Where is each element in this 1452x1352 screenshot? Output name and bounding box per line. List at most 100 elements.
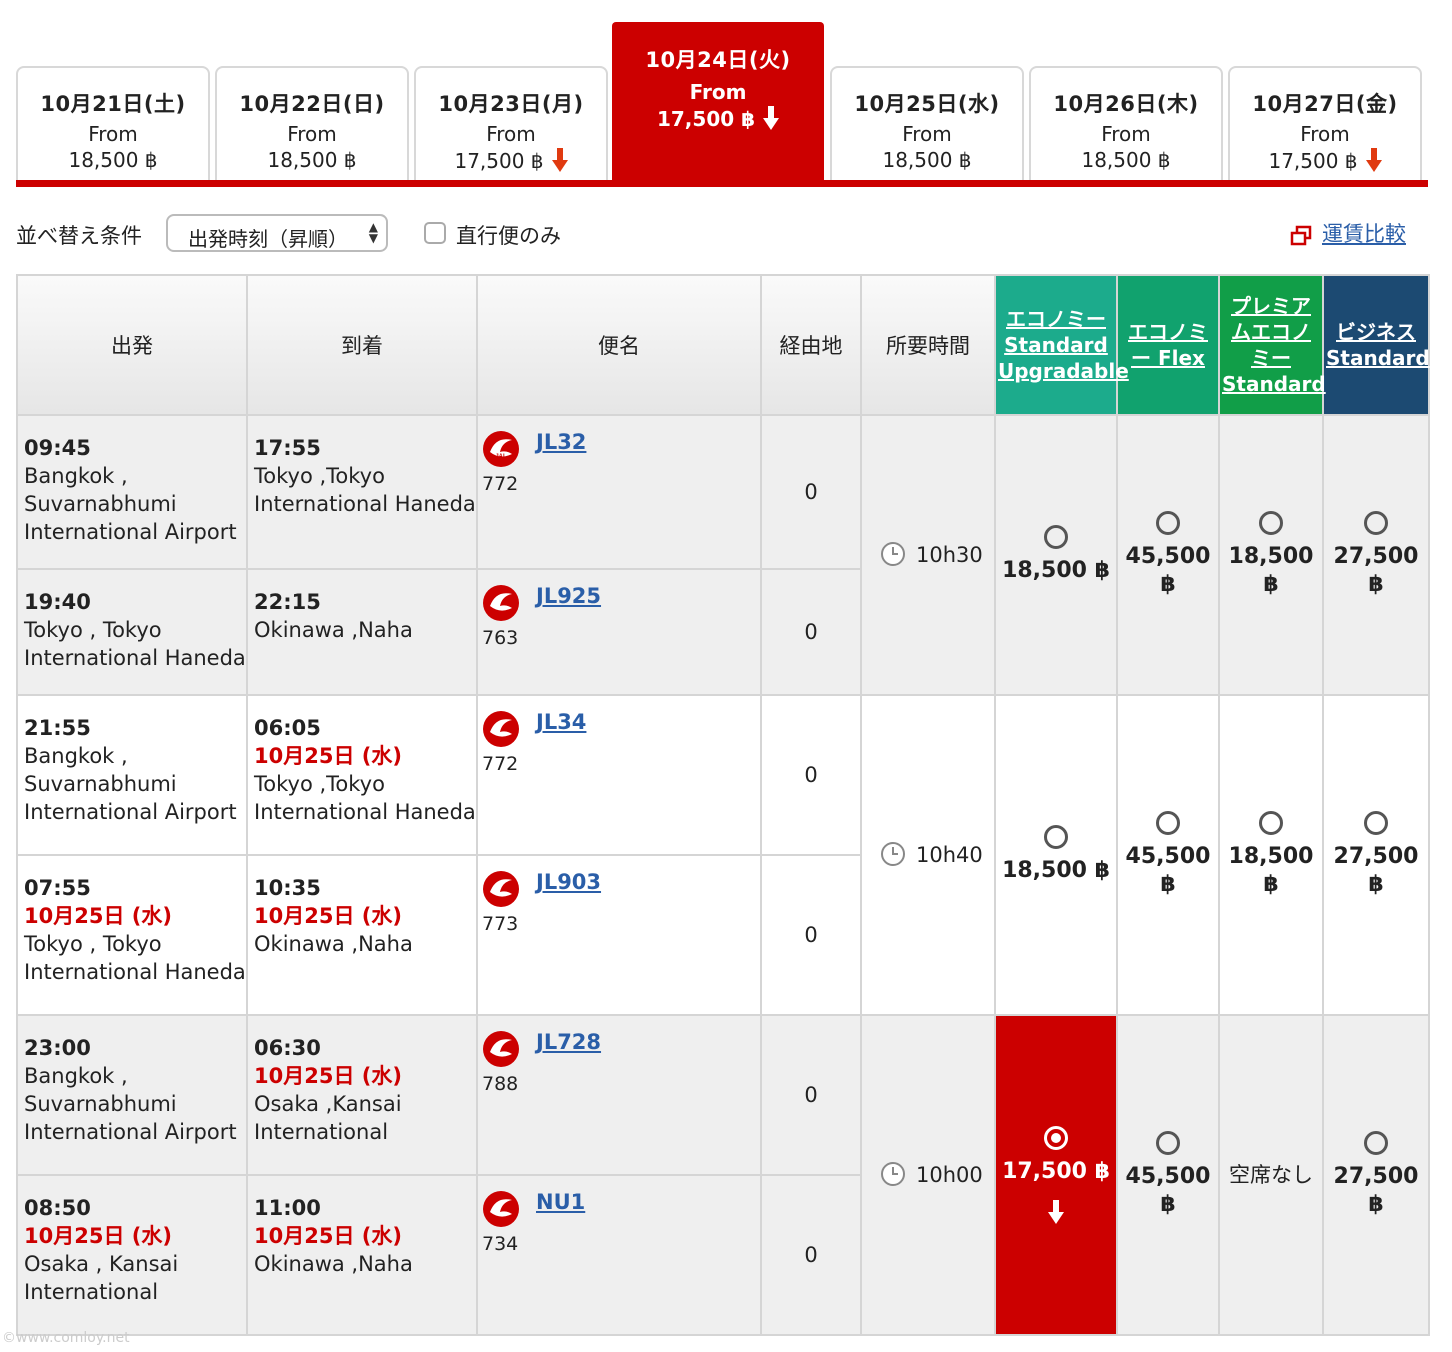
fare-option-economy-flex[interactable]: 45,500 ฿ — [1116, 414, 1220, 696]
flight-number-link[interactable]: JL925 — [536, 582, 601, 610]
radio-button[interactable] — [1044, 525, 1068, 549]
radio-button[interactable] — [1156, 1131, 1180, 1155]
radio-button[interactable] — [1259, 811, 1283, 835]
radio-button[interactable] — [1044, 825, 1068, 849]
clock-icon — [881, 842, 905, 866]
duration-cell: 10h40 — [860, 694, 996, 1016]
date-tab-1027[interactable]: 10月27日(金) From 17,500 ฿ — [1228, 66, 1422, 182]
stops-cell: 0 — [760, 854, 862, 1016]
flight-number-link[interactable]: JL903 — [536, 868, 601, 896]
date-tab-1023[interactable]: 10月23日(月) From 17,500 ฿ — [414, 66, 608, 182]
tab-date: 10月27日(金) — [1252, 92, 1398, 116]
jal-crane-logo-icon — [483, 1031, 519, 1067]
departure-time: 23:00 — [24, 1036, 91, 1060]
departure-cell: 23:00 Bangkok , Suvarnabhumi Internation… — [16, 1014, 248, 1176]
departure-cell: 09:45 Bangkok , Suvarnabhumi Internation… — [16, 414, 248, 570]
fare-class-economy-standard-upgradable[interactable]: エコノミー Standard Upgradable — [994, 274, 1129, 416]
fare-price: 18,500 ฿ — [1228, 544, 1314, 597]
sort-value: 出発時刻（昇順） — [188, 227, 348, 251]
departure-cell: 21:55 Bangkok , Suvarnabhumi Internation… — [16, 694, 248, 856]
flight-results-table: 出発 到着 便名 経由地 所要時間 エコノミー Standard Upgrada… — [16, 274, 1430, 1336]
date-tab-1022[interactable]: 10月22日(日) From 18,500 ฿ — [215, 66, 409, 182]
fare-price: 45,500 ฿ — [1125, 544, 1211, 597]
flight-cell: JAL JL32 772 — [476, 414, 762, 570]
stops-cell: 0 — [760, 1174, 862, 1336]
tab-price: 17,500 ฿ — [1268, 149, 1358, 173]
date-tab-1026[interactable]: 10月26日(木) From 18,500 ฿ — [1029, 66, 1223, 182]
sort-select[interactable]: 出発時刻（昇順） ▲ ▼ — [166, 214, 388, 252]
departure-place: Bangkok , Suvarnabhumi International Air… — [24, 744, 237, 824]
flight-number-link[interactable]: NU1 — [536, 1188, 585, 1216]
departure-time: 07:55 — [24, 876, 91, 900]
tab-price: 17,500 ฿ — [454, 149, 544, 173]
date-tab-1024-active[interactable]: 10月24日(火) From 17,500 ฿ — [612, 22, 824, 182]
direct-only-label[interactable]: 直行便のみ — [456, 220, 561, 250]
fare-class-premium-economy-standard[interactable]: プレミアムエコノミー Standard — [1218, 274, 1326, 416]
fare-option-premium-economy-unavailable: 空席なし — [1218, 1014, 1324, 1336]
tabs-underline — [16, 180, 1428, 187]
fare-price: 17,500 ฿ — [1002, 1159, 1110, 1184]
tab-price: 17,500 ฿ — [656, 107, 756, 131]
flight-number-link[interactable]: JL728 — [536, 1028, 601, 1056]
svg-text:JAL: JAL — [495, 454, 507, 460]
fare-unavailable: 空席なし — [1229, 1162, 1313, 1187]
arrival-cell: 06:05 10月25日 (水) Tokyo ,Tokyo Internatio… — [246, 694, 478, 856]
arrival-place: Okinawa ,Naha — [254, 618, 413, 642]
arrival-place: Tokyo ,Tokyo International Haneda — [254, 464, 476, 516]
tab-date: 10月23日(月) — [438, 92, 584, 116]
aircraft-type: 772 — [482, 473, 519, 495]
arrival-place: Okinawa ,Naha — [254, 1252, 413, 1276]
tab-price: 18,500 ฿ — [1081, 148, 1171, 172]
col-arrival: 到着 — [246, 274, 478, 416]
radio-button[interactable] — [1364, 811, 1388, 835]
date-tab-1025[interactable]: 10月25日(水) From 18,500 ฿ — [830, 66, 1024, 182]
radio-button[interactable] — [1156, 811, 1180, 835]
radio-button[interactable] — [1364, 1131, 1388, 1155]
tab-from-label: From — [902, 122, 952, 146]
date-tab-1021[interactable]: 10月21日(土) From 18,500 ฿ — [16, 66, 210, 182]
stops-cell: 0 — [760, 694, 862, 856]
flight-number-link[interactable]: JL32 — [536, 428, 586, 456]
fare-option-business[interactable]: 27,500 ฿ — [1322, 414, 1430, 696]
tab-price: 18,500 ฿ — [68, 148, 158, 172]
tab-date: 10月24日(火) — [645, 48, 791, 72]
fare-option-economy-standard[interactable]: 18,500 ฿ — [994, 414, 1118, 696]
fare-class-economy-flex[interactable]: エコノミー Flex — [1116, 274, 1220, 416]
tab-from-label: From — [1300, 122, 1350, 146]
tab-price-row: 17,500 ฿ — [1230, 148, 1420, 173]
radio-button[interactable] — [1364, 511, 1388, 535]
aircraft-type: 772 — [482, 753, 519, 775]
fare-option-economy-standard[interactable]: 18,500 ฿ — [994, 694, 1118, 1016]
fare-price: 18,500 ฿ — [1002, 858, 1110, 883]
flight-number-link[interactable]: JL34 — [536, 708, 586, 736]
arrival-date: 10月25日 (水) — [254, 1224, 402, 1248]
tab-from-label: From — [88, 122, 138, 146]
fare-option-premium-economy[interactable]: 18,500 ฿ — [1218, 694, 1324, 1016]
fare-option-economy-standard-selected[interactable]: 17,500 ฿ — [994, 1014, 1118, 1336]
fare-option-economy-flex[interactable]: 45,500 ฿ — [1116, 1014, 1220, 1336]
arrival-cell: 17:55 Tokyo ,Tokyo International Haneda — [246, 414, 478, 570]
duration-value: 10h40 — [916, 843, 983, 867]
duration-cell: 10h00 — [860, 1014, 996, 1336]
filter-controls: 並べ替え条件 出発時刻（昇順） ▲ ▼ 直行便のみ 運賃比較 — [16, 212, 1428, 256]
radio-button[interactable] — [1156, 511, 1180, 535]
fare-class-business-standard[interactable]: ビジネス Standard — [1322, 274, 1430, 416]
radio-button[interactable] — [1259, 511, 1283, 535]
fare-option-premium-economy[interactable]: 18,500 ฿ — [1218, 414, 1324, 696]
tab-from-label: From — [689, 80, 747, 104]
arrival-cell: 10:35 10月25日 (水) Okinawa ,Naha — [246, 854, 478, 1016]
direct-only-checkbox[interactable] — [424, 222, 446, 244]
stops-cell: 0 — [760, 568, 862, 696]
departure-place: Bangkok , Suvarnabhumi International Air… — [24, 1064, 237, 1144]
departure-cell: 19:40 Tokyo , Tokyo International Haneda — [16, 568, 248, 696]
arrival-place: Tokyo ,Tokyo International Haneda — [254, 772, 476, 824]
fare-price: 18,500 ฿ — [1228, 844, 1314, 897]
fare-compare-link[interactable]: 運賃比較 — [1322, 218, 1406, 248]
col-stops: 経由地 — [760, 274, 862, 416]
aircraft-type: 788 — [482, 1073, 519, 1095]
arrival-date: 10月25日 (水) — [254, 1064, 402, 1088]
fare-option-economy-flex[interactable]: 45,500 ฿ — [1116, 694, 1220, 1016]
fare-option-business[interactable]: 27,500 ฿ — [1322, 694, 1430, 1016]
radio-button-selected[interactable] — [1044, 1126, 1068, 1150]
fare-option-business[interactable]: 27,500 ฿ — [1322, 1014, 1430, 1336]
